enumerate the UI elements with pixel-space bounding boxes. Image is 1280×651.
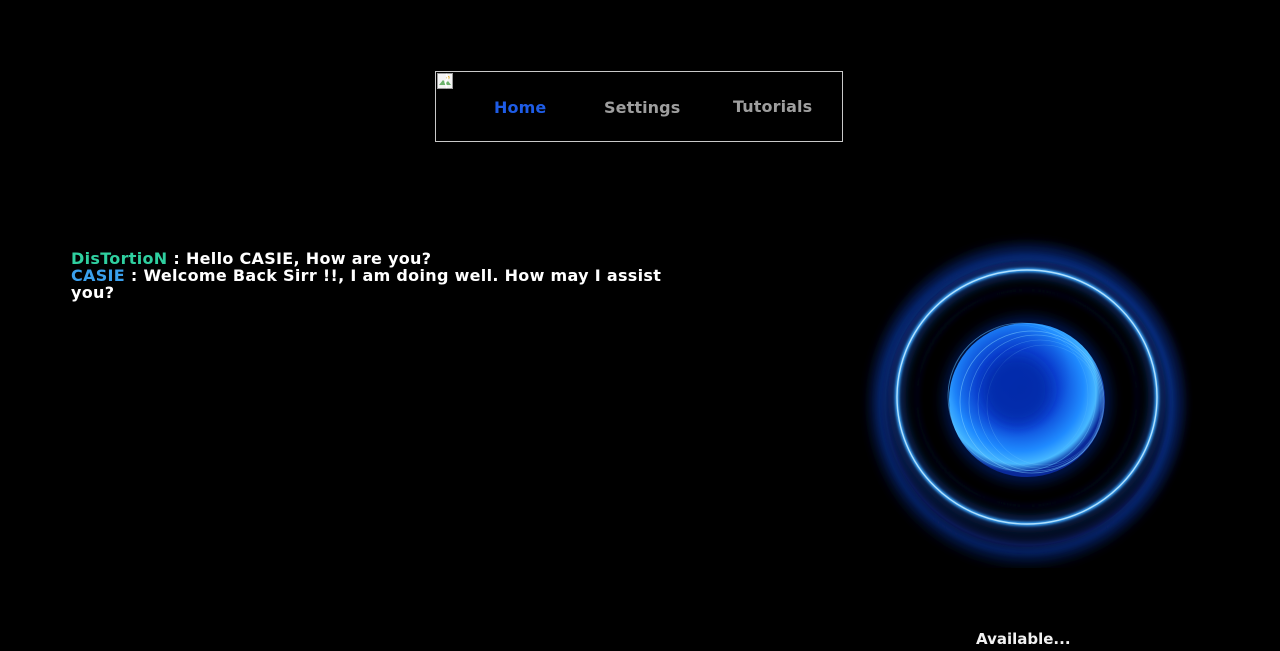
chat-message-assistant: CASIE : Welcome Back Sirr !!, I am doing… — [71, 267, 681, 301]
message-text-assistant: Welcome Back Sirr !!, I am doing well. H… — [71, 266, 662, 302]
message-separator: : — [125, 266, 144, 285]
nav-settings-link[interactable]: Settings — [604, 98, 680, 117]
broken-image-icon — [437, 73, 453, 89]
nav-home-link[interactable]: Home — [494, 98, 546, 117]
chat-message-user: DisTortioN : Hello CASIE, How are you? — [71, 250, 681, 267]
status-text: Available... — [976, 630, 1071, 648]
top-nav: Home Settings Tutorials — [435, 71, 843, 142]
nav-tutorials-link[interactable]: Tutorials — [733, 97, 812, 116]
chat-log: DisTortioN : Hello CASIE, How are you? C… — [71, 250, 681, 301]
assistant-orb-icon — [862, 236, 1194, 568]
assistant-page: Home Settings Tutorials DisTortioN : Hel… — [0, 0, 1280, 651]
